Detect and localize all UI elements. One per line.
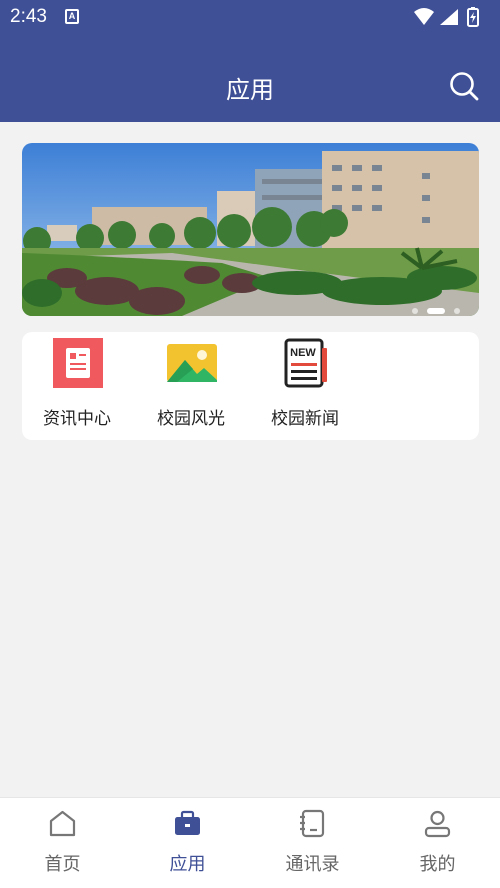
news-document-icon bbox=[53, 338, 103, 388]
new-badge-text: NEW bbox=[290, 347, 316, 359]
new-notebook-icon: NEW bbox=[284, 338, 327, 388]
carousel-dot-active[interactable] bbox=[427, 308, 445, 314]
app-grid: 资讯中心 校园风光 NEW 校园新闻 bbox=[22, 332, 479, 440]
app-label: 校园新闻 bbox=[271, 409, 339, 429]
app-news-center[interactable]: 资讯中心 bbox=[22, 332, 132, 440]
search-icon[interactable] bbox=[448, 70, 480, 102]
status-icons bbox=[414, 7, 479, 27]
user-icon bbox=[424, 810, 451, 838]
nav-label: 应用 bbox=[169, 854, 206, 875]
app-campus-scenery[interactable]: 校园风光 bbox=[136, 332, 246, 440]
bottom-nav: 首页 应用 通讯录 我的 bbox=[0, 797, 500, 888]
app-label: 校园风光 bbox=[157, 409, 225, 429]
page-title: 应用 bbox=[226, 76, 274, 104]
nav-label: 通讯录 bbox=[285, 854, 340, 875]
notification-a-icon: A bbox=[65, 9, 79, 24]
home-icon bbox=[49, 810, 76, 837]
nav-label: 首页 bbox=[44, 854, 81, 875]
landscape-icon bbox=[167, 344, 217, 382]
nav-item-profile[interactable]: 我的 bbox=[375, 798, 500, 888]
carousel-dot[interactable] bbox=[454, 308, 460, 314]
status-bar: 2:43 A bbox=[0, 0, 500, 34]
battery-charging-icon bbox=[467, 7, 479, 27]
carousel-dot[interactable] bbox=[412, 308, 418, 314]
top-bar: 2:43 A 应用 bbox=[0, 0, 500, 122]
nav-item-contacts[interactable]: 通讯录 bbox=[250, 798, 375, 888]
app-label: 资讯中心 bbox=[43, 409, 111, 429]
banner-carousel[interactable] bbox=[22, 143, 479, 316]
campus-banner-image bbox=[22, 143, 479, 316]
signal-icon bbox=[440, 9, 458, 25]
contacts-book-icon bbox=[300, 809, 325, 838]
status-time: 2:43 bbox=[10, 6, 47, 27]
nav-item-apps[interactable]: 应用 bbox=[125, 798, 250, 888]
nav-item-home[interactable]: 首页 bbox=[0, 798, 125, 888]
nav-label: 我的 bbox=[419, 854, 456, 875]
briefcase-icon bbox=[175, 810, 200, 835]
app-campus-news[interactable]: NEW 校园新闻 bbox=[250, 332, 360, 440]
wifi-icon bbox=[414, 8, 434, 25]
